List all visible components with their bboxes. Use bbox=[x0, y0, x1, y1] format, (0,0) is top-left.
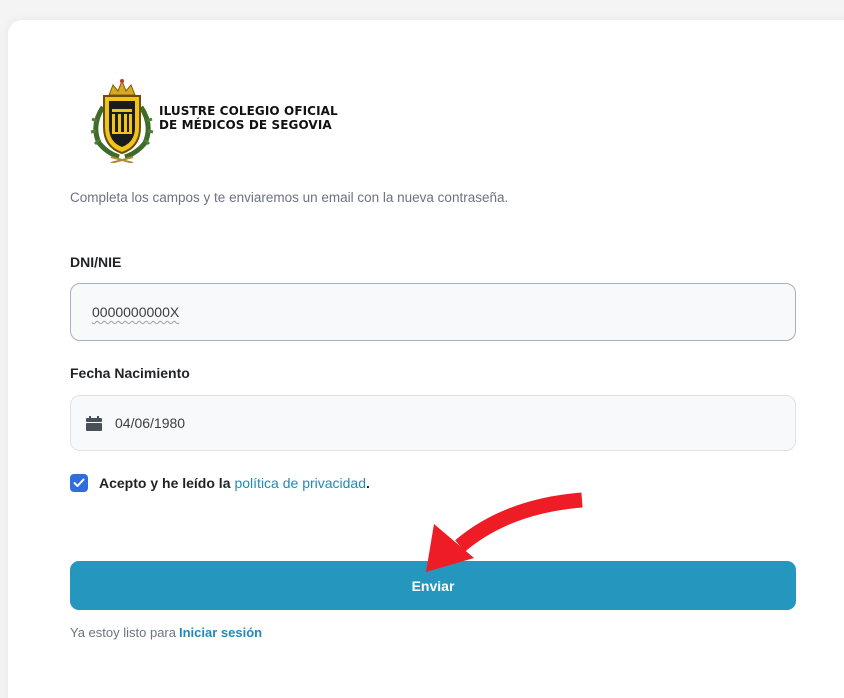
birth-date-value: 04/06/1980 bbox=[115, 415, 186, 431]
consent-text: Acepto y he leído la bbox=[99, 475, 231, 491]
org-name-line2: DE MÉDICOS DE SEGOVIA bbox=[159, 118, 332, 132]
birth-date-label: Fecha Nacimiento bbox=[70, 365, 190, 381]
login-prompt-text: Ya estoy listo para bbox=[70, 625, 176, 640]
crest-icon bbox=[90, 79, 154, 163]
privacy-policy-link[interactable]: política de privacidad bbox=[234, 475, 366, 491]
org-logo: ILUSTRE COLEGIO OFICIAL DE MÉDICOS DE SE… bbox=[89, 76, 389, 164]
dni-input[interactable]: 0000000000X bbox=[70, 283, 796, 341]
org-name-line1: ILUSTRE COLEGIO OFICIAL bbox=[159, 104, 338, 118]
calendar-icon bbox=[86, 415, 102, 431]
dni-value: 0000000000X bbox=[92, 304, 180, 320]
login-prompt: Ya estoy listo para Iniciar sesión bbox=[70, 625, 262, 640]
privacy-consent: Acepto y he leído la política de privaci… bbox=[70, 474, 370, 492]
check-icon bbox=[73, 478, 85, 487]
privacy-checkbox[interactable] bbox=[70, 474, 88, 492]
birth-date-input[interactable]: 04/06/1980 bbox=[70, 395, 796, 451]
consent-period: . bbox=[366, 475, 370, 491]
org-name: ILUSTRE COLEGIO OFICIAL DE MÉDICOS DE SE… bbox=[159, 104, 338, 132]
dni-label: DNI/NIE bbox=[70, 254, 122, 270]
red-curved-arrow-icon bbox=[426, 492, 583, 572]
intro-text: Completa los campos y te enviaremos un e… bbox=[70, 190, 509, 205]
login-link[interactable]: Iniciar sesión bbox=[179, 625, 262, 640]
